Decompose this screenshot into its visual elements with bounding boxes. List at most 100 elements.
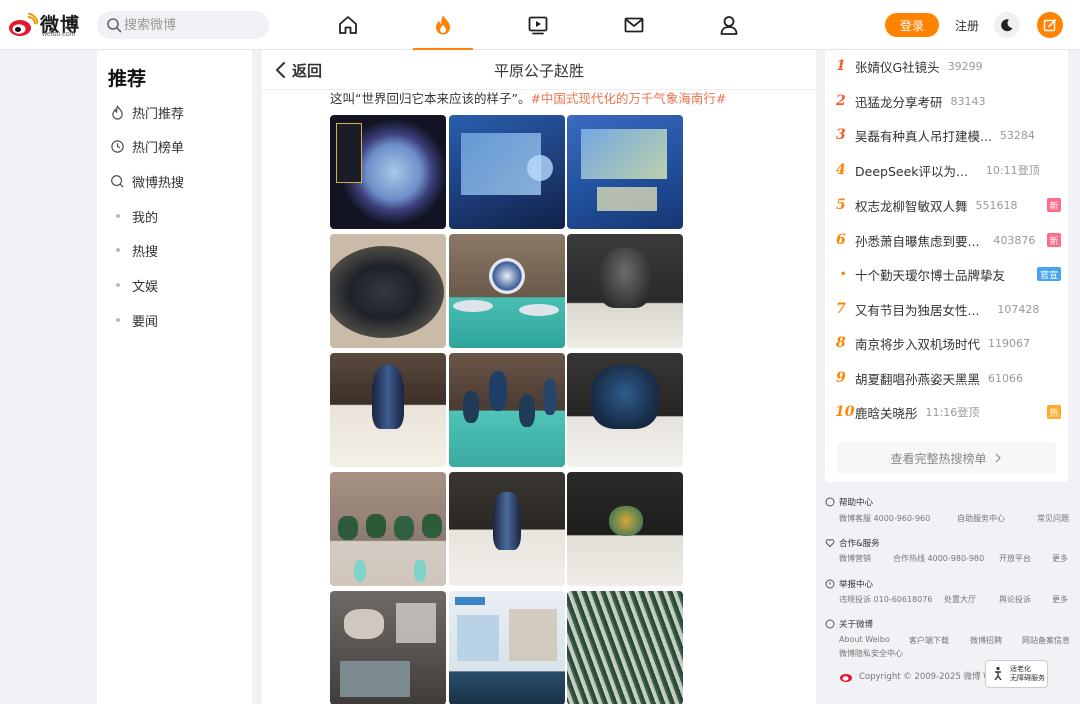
sidebar-item-trending[interactable]: 热搜 [109,240,158,260]
photo-meiping-vase[interactable] [449,472,565,586]
photo-map-panel-1[interactable] [449,115,565,229]
hot-search-item[interactable]: 9 胡夏翻唱孙燕姿天黑黑 61066 [836,368,1061,388]
photo-blue-vase[interactable] [330,353,446,467]
section-title: 合作&服务 [839,539,880,549]
search-input[interactable] [124,15,259,35]
accessibility-label: 适老化 无障碍服务 [1010,665,1045,683]
photo-exhibit-board[interactable] [330,591,446,704]
footer-link[interactable]: 开放平台 [999,553,1031,564]
map-inset-circle [527,155,553,181]
photo-painted-jar[interactable] [567,353,683,467]
hot-title: 胡夏翻唱孙燕姿天黑黑 [855,371,981,387]
sidebar-item-mine[interactable]: 我的 [109,206,158,226]
photo-info-board[interactable] [449,591,565,704]
hashtag-link[interactable]: #中国式现代化的万千气象海南行# [530,91,726,106]
vase-graphic [493,492,521,550]
footer-link[interactable]: 违规投诉 010-60618076 [839,594,932,605]
nav-messages[interactable] [604,0,664,50]
hot-search-item[interactable]: 4 DeepSeek评以为... 10:11登顶 [836,160,1061,180]
left-sidebar: 推荐 热门推荐 热门榜单 微博热搜 我的 热搜 文娱 要闻 [97,50,252,704]
video-icon [528,16,548,35]
jar-graphic [394,516,414,540]
footer-link[interactable]: 自助服务中心 [957,513,1005,524]
help-center-title: 帮助中心 [825,496,873,508]
hot-search-item[interactable]: 2 迅猛龙分享考研 83143 [836,91,1061,111]
photo-plates-on-stand[interactable] [449,234,565,348]
view-full-hot-list-button[interactable]: 查看完整热搜榜单 [837,442,1056,474]
nav-home[interactable] [318,0,378,50]
vase-graphic [463,391,479,423]
about-title: 关于微博 [825,618,873,630]
footer-link[interactable]: 客户端下载 [909,635,949,646]
sidebar-item-news[interactable]: 要闻 [109,310,158,330]
photo-dark-jar[interactable] [567,234,683,348]
hot-search-card: 1 张婧仪G社镜头 39299 2 迅猛龙分享考研 83143 3 吴磊有种真人… [825,50,1068,482]
accessibility-icon [994,666,1002,681]
sidebar-item-label: 微博热搜 [132,175,185,191]
weibo-logo[interactable]: 微博 weibo.com [8,9,88,41]
hot-search-item[interactable]: 1 张婧仪G社镜头 39299 [836,56,1061,76]
footer-link[interactable]: 更多 [1052,553,1068,564]
hot-search-item[interactable]: 3 吴磊有种真人吊打建模... 53284 [836,125,1061,145]
accessibility-button[interactable]: 适老化 无障碍服务 [985,660,1048,688]
sidebar-item-entertainment[interactable]: 文娱 [109,275,158,295]
photo-bamboo-slips[interactable] [567,591,683,704]
vase-graphic [372,365,404,429]
jar-graphic [599,248,651,308]
photo-small-vases-teal[interactable] [449,353,565,467]
register-link[interactable]: 注册 [955,17,979,34]
footer-link[interactable]: 网站备案信息 [1022,635,1070,646]
bottle-graphic [414,560,426,582]
sidebar-item-hot-search[interactable]: 微博热搜 [109,171,184,191]
bullet-icon [109,208,126,225]
alert-icon [825,579,835,589]
plate-graphic [519,304,559,316]
photo-green-jars[interactable] [330,472,446,586]
hot-title: 鹿晗关晓彤 [855,405,918,421]
hot-rank: 1 [836,58,846,74]
footer-link[interactable]: 微博隐私安全中心 [839,648,903,659]
nav-video[interactable] [508,0,568,50]
sidebar-item-hot-recommend[interactable]: 热门推荐 [109,102,184,122]
nav-profile[interactable] [699,0,759,50]
footer-link[interactable]: 合作热线 4000-980-980 [893,553,984,564]
search-box[interactable] [97,11,269,39]
compose-button[interactable] [1037,12,1063,38]
sidebar-item-hot-list[interactable]: 热门榜单 [109,136,184,156]
section-title: 关于微博 [839,620,874,630]
post-text: 这叫“世界回归它本来应该的样子”。#中国式现代化的万千气象海南行# [330,88,726,107]
footer-link[interactable]: 常见问题 [1037,513,1069,524]
footer-link[interactable]: 更多 [1052,594,1068,605]
footer-link[interactable]: 舆论投诉 [999,594,1031,605]
info-icon [825,619,835,629]
display-case [340,661,410,697]
login-button[interactable]: 登录 [885,13,939,37]
map-graphic [581,129,667,179]
text-panel [509,609,557,661]
hot-search-item[interactable]: 5 权志龙柳智敏双人舞 551618 新 [836,195,1061,215]
hot-search-item[interactable]: 10 鹿晗关晓彤 11:16登顶 热 [835,402,1061,422]
hot-search-item[interactable]: • 十个勤天瑷尔博士品牌挚友 官宣 [836,264,1061,284]
dark-mode-toggle[interactable] [994,12,1020,38]
hot-count: 83143 [950,94,986,108]
edit-icon [1043,19,1057,32]
footer-link[interactable]: About Weibo [839,635,890,644]
hot-search-item[interactable]: 6 孙悉萧自曝焦虑到要... 403876 新 [836,230,1061,250]
hot-rank: 6 [836,232,846,248]
report-center-title: 举报中心 [825,578,873,590]
moon-icon [1001,19,1013,32]
hot-search-item[interactable]: 8 南京将步入双机场时代 119067 [836,333,1061,353]
photo-map-panel-2[interactable] [567,115,683,229]
photo-blue-white-plate[interactable] [330,234,446,348]
footer-link[interactable]: 处置大厅 [944,594,976,605]
sidebar-item-label: 我的 [132,210,159,226]
footer-link[interactable]: 微博营销 [839,553,871,564]
photo-display-porcelain-pile[interactable] [330,115,446,229]
hot-search-item[interactable]: 7 又有节目为独居女性... 107428 [836,299,1061,319]
copyright: Copyright © 2009-2025 微博 Weibo [839,670,1009,682]
nav-hot[interactable] [413,0,473,50]
post-author[interactable]: 平原公子赵胜 [262,60,816,81]
footer-link[interactable]: 微博招聘 [970,635,1002,646]
photo-teapot[interactable] [567,472,683,586]
footer-link[interactable]: 微博客服 4000-960-960 [839,513,930,524]
